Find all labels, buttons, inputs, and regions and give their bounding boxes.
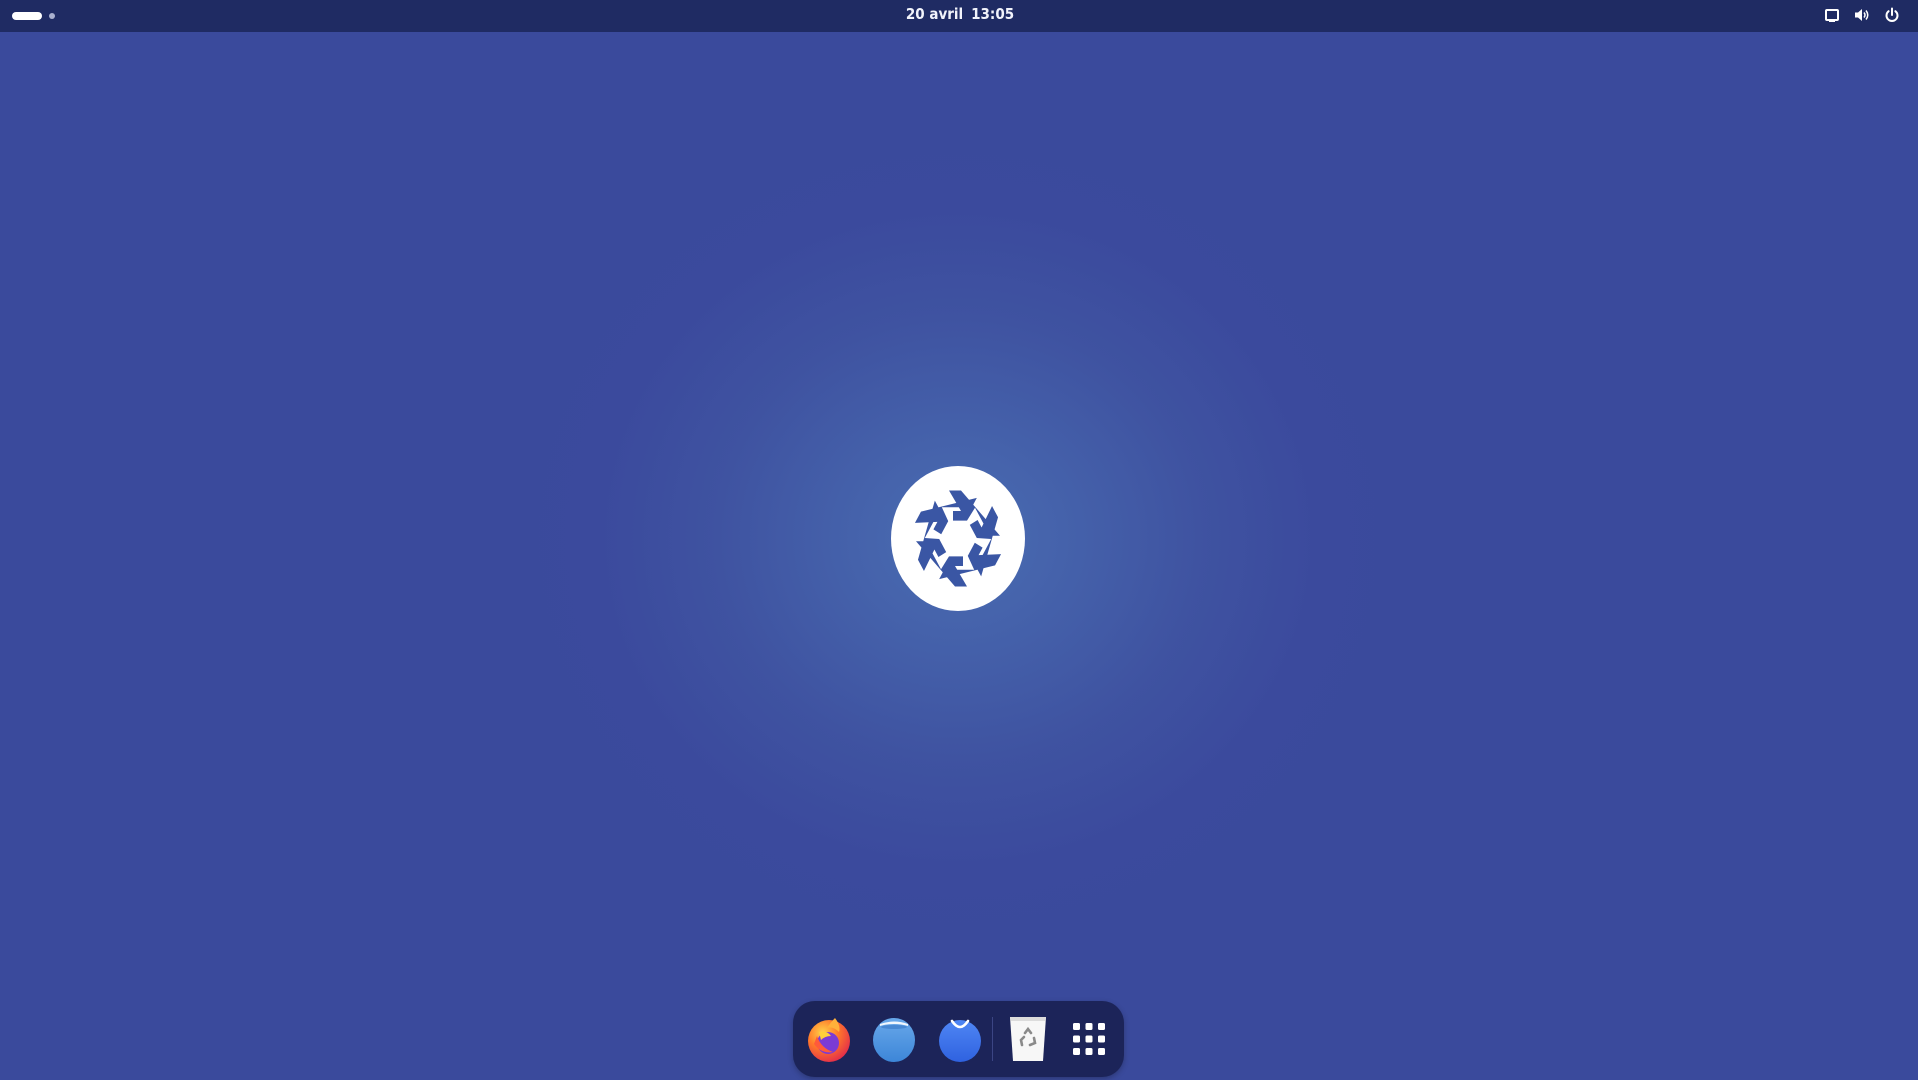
app-grid-icon [1073,1023,1105,1055]
activities-button[interactable] [12,10,55,22]
power-icon[interactable] [1882,5,1902,25]
trash-icon [1010,1017,1046,1061]
clock-button[interactable]: 20 avril 13:05 [860,0,1060,30]
dock-item-firefox[interactable] [801,1011,857,1067]
desktop-background: 20 avril 13:05 [0,0,1920,1080]
dock-item-app-grid[interactable] [1061,1011,1117,1067]
workspace-indicator-active [12,12,42,20]
nixos-snowflake-icon [891,466,1025,611]
dock-separator [992,1017,993,1061]
dock [793,1001,1124,1077]
firefox-icon [808,1018,850,1062]
top-bar: 20 avril 13:05 [0,0,1920,32]
software-store-icon [939,1019,981,1062]
volume-icon[interactable] [1852,5,1872,25]
screen-icon[interactable] [1822,5,1842,25]
workspace-indicator [49,13,55,19]
clock-time: 13:05 [971,5,1015,23]
system-tray[interactable] [1822,5,1902,25]
dock-item-software[interactable] [932,1011,988,1067]
dock-item-trash[interactable] [1000,1011,1056,1067]
files-icon [873,1018,915,1062]
dock-item-files[interactable] [866,1011,922,1067]
clock-date: 20 avril [905,5,964,23]
